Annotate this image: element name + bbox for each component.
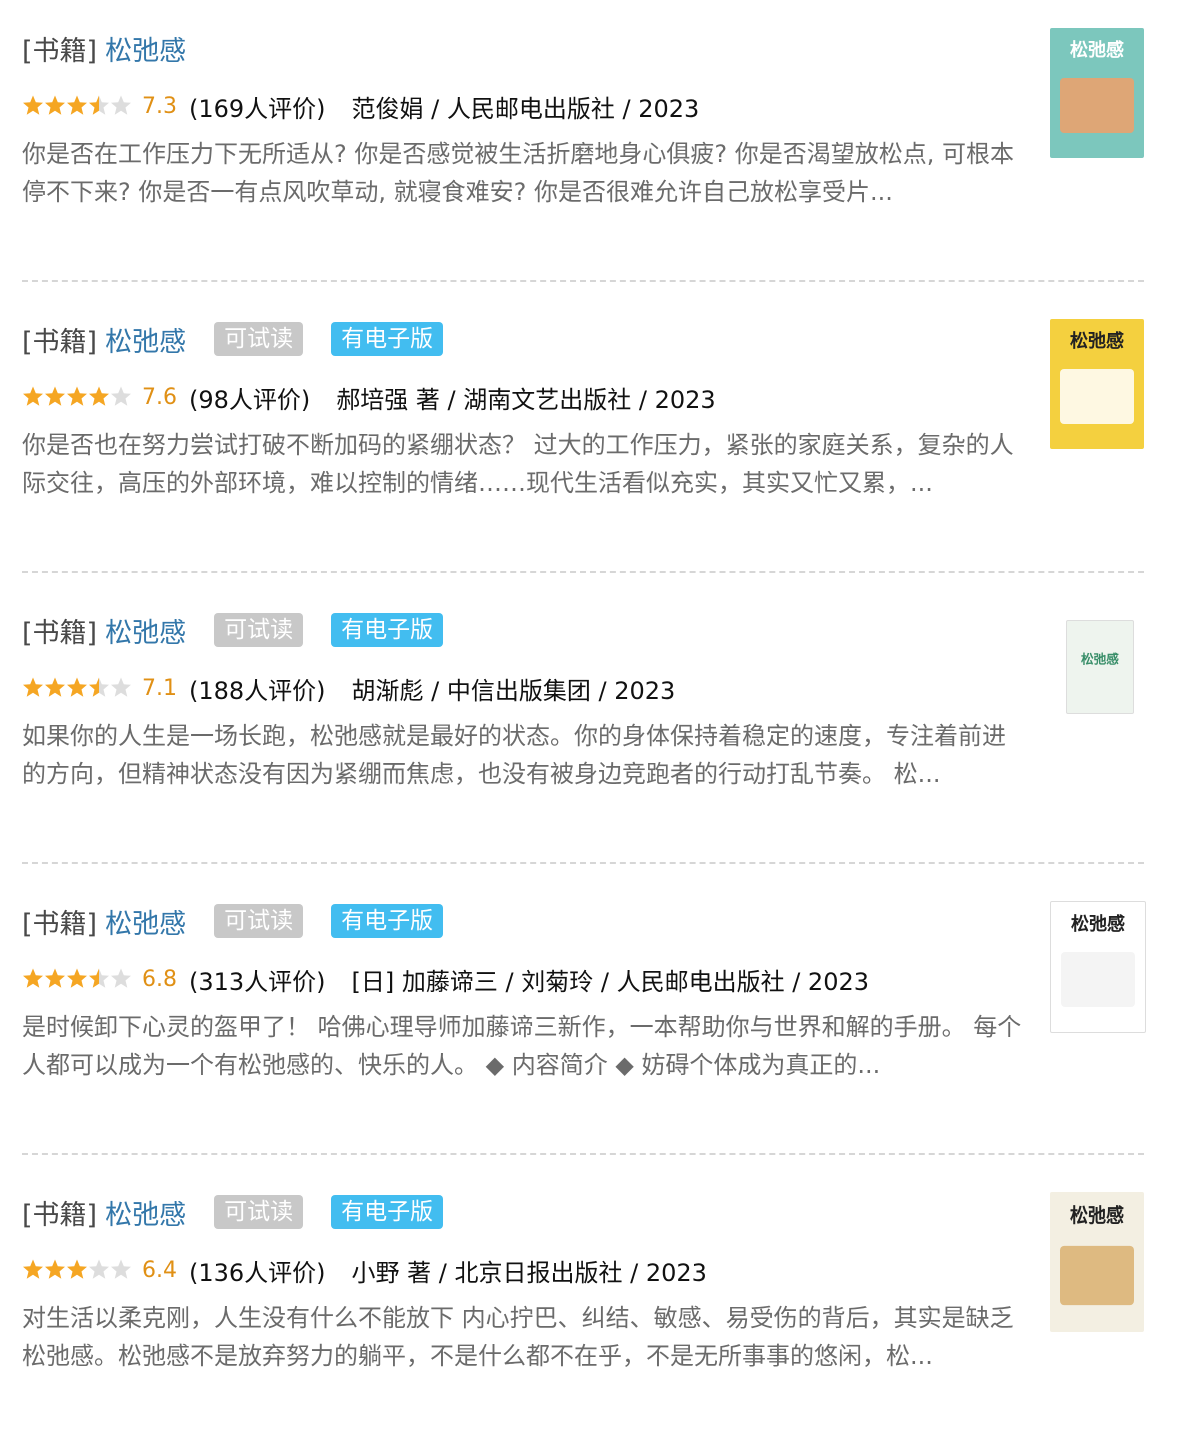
cover-title-text: 松弛感 [1070, 1205, 1124, 1228]
result-title-row: [书籍] 松弛感 可试读 有电子版 [22, 319, 444, 359]
book-title-link[interactable]: 松弛感 [105, 320, 186, 359]
rating-score: 6.8 [142, 966, 177, 992]
star-icon [67, 386, 87, 406]
star-icon [111, 968, 131, 988]
publication-info: 范俊娟 / 人民邮电出版社 / 2023 [351, 94, 700, 123]
star-icon [45, 968, 65, 988]
book-description: 你是否也在努力尝试打破不断加码的紧绷状态？ 过大的工作压力，紧张的家庭关系，复杂… [22, 431, 1014, 497]
result-divider [22, 1153, 1144, 1155]
result-title-row: [书籍] 松弛感 可试读 有电子版 [22, 1192, 444, 1232]
cover-title-text: 松弛感 [1070, 330, 1124, 352]
category-label: [书籍] [22, 326, 98, 358]
trial-read-badge[interactable]: 可试读 [214, 322, 304, 356]
ebook-badge[interactable]: 有电子版 [331, 322, 444, 356]
star-icon [111, 386, 131, 406]
rating-count: (136人评价) [189, 1258, 326, 1287]
trial-read-badge[interactable]: 可试读 [214, 1195, 304, 1229]
rating-score: 6.4 [142, 1257, 177, 1283]
star-rating [22, 385, 132, 409]
result-meta-row: 7.3 (169人评价) 范俊娟 / 人民邮电出版社 / 2023 [22, 88, 699, 124]
result-divider [22, 280, 1144, 282]
star-rating [22, 967, 132, 991]
result-item: [书籍] 松弛感 可试读 有电子版 7.6 (98人评价) 郝培强 著 / 湖南文艺出版社 … [0, 291, 1200, 582]
star-icon [89, 968, 109, 988]
star-icon [45, 1259, 65, 1279]
star-icon [111, 1259, 131, 1279]
book-cover-image[interactable]: 松弛感 [1050, 1192, 1144, 1332]
result-divider [22, 571, 1144, 573]
result-item: [书籍] 松弛感 可试读 有电子版 6.8 (313人评价) [日] 加藤谛三 / 刘菊玲 … [0, 873, 1200, 1164]
ebook-badge[interactable]: 有电子版 [331, 904, 444, 938]
book-description: 对生活以柔克刚，人生没有什么不能放下 内心拧巴、纠结、敏感、易受伤的背后，其实是… [22, 1304, 1014, 1370]
book-title-link[interactable]: 松弛感 [105, 902, 186, 941]
result-item: [书籍] 松弛感 7.3 (169人评价) 范俊娟 / 人民邮电出版社 / 2023 你是… [0, 0, 1200, 291]
star-icon [67, 968, 87, 988]
star-icon [111, 677, 131, 697]
category-label: [书籍] [22, 35, 98, 67]
publication-info: 郝培强 著 / 湖南文艺出版社 / 2023 [336, 385, 716, 414]
book-description: 你是否在工作压力下无所适从? 你是否感觉被生活折磨地身心俱疲? 你是否渴望放松点… [22, 140, 1014, 206]
star-icon [45, 95, 65, 115]
star-icon [89, 677, 109, 697]
result-divider [22, 862, 1144, 864]
result-title-row: [书籍] 松弛感 可试读 有电子版 [22, 610, 444, 650]
category-label: [书籍] [22, 908, 98, 940]
star-icon [67, 677, 87, 697]
star-icon [45, 677, 65, 697]
cover-title-text: 松弛感 [1070, 39, 1124, 61]
category-label: [书籍] [22, 617, 98, 649]
rating-count: (98人评价) [189, 385, 311, 414]
result-meta-row: 7.1 (188人评价) 胡渐彪 / 中信出版集团 / 2023 [22, 670, 675, 706]
book-title-link[interactable]: 松弛感 [105, 29, 186, 68]
star-icon [89, 1259, 109, 1279]
publication-info: [日] 加藤谛三 / 刘菊玲 / 人民邮电出版社 / 2023 [351, 967, 870, 996]
book-description: 是时候卸下心灵的盔甲了！ 哈佛心理导师加藤谛三新作，一本帮助你与世界和解的手册。… [22, 1013, 1022, 1079]
result-item: [书籍] 松弛感 可试读 有电子版 6.4 (136人评价) 小野 著 / 北京日报出版社 … [0, 1164, 1200, 1455]
star-icon [67, 95, 87, 115]
star-icon [89, 95, 109, 115]
rating-score: 7.6 [142, 384, 177, 410]
star-icon [89, 386, 109, 406]
book-title-link[interactable]: 松弛感 [105, 611, 186, 650]
rating-count: (313人评价) [189, 967, 326, 996]
star-icon [45, 386, 65, 406]
book-title-link[interactable]: 松弛感 [105, 1193, 186, 1232]
trial-read-badge[interactable]: 可试读 [214, 613, 304, 647]
result-item: [书籍] 松弛感 可试读 有电子版 7.1 (188人评价) 胡渐彪 / 中信出版集团 / … [0, 582, 1200, 873]
ebook-badge[interactable]: 有电子版 [331, 1195, 444, 1229]
star-icon [23, 95, 43, 115]
book-cover-image[interactable]: 松弛感 [1050, 319, 1144, 449]
star-icon [23, 968, 43, 988]
publication-info: 胡渐彪 / 中信出版集团 / 2023 [351, 676, 676, 705]
cover-title-text: 松弛感 [1071, 913, 1125, 935]
result-title-row: [书籍] 松弛感 可试读 有电子版 [22, 901, 444, 941]
star-icon [23, 1259, 43, 1279]
star-icon [111, 95, 131, 115]
rating-count: (188人评价) [189, 676, 326, 705]
star-rating [22, 1258, 132, 1282]
star-rating [22, 94, 132, 118]
star-icon [23, 386, 43, 406]
result-title-row: [书籍] 松弛感 [22, 28, 186, 68]
star-icon [23, 677, 43, 697]
rating-score: 7.1 [142, 675, 177, 701]
rating-count: (169人评价) [189, 94, 326, 123]
book-description: 如果你的人生是一场长跑，松弛感就是最好的状态。你的身体保持着稳定的速度，专注着前… [22, 722, 1006, 788]
rating-score: 7.3 [142, 93, 177, 119]
star-icon [67, 1259, 87, 1279]
book-cover-image[interactable]: 松弛感 [1066, 620, 1134, 714]
book-cover-image[interactable]: 松弛感 [1050, 28, 1144, 158]
ebook-badge[interactable]: 有电子版 [331, 613, 444, 647]
category-label: [书籍] [22, 1199, 98, 1231]
trial-read-badge[interactable]: 可试读 [214, 904, 304, 938]
publication-info: 小野 著 / 北京日报出版社 / 2023 [351, 1258, 707, 1287]
result-meta-row: 6.4 (136人评价) 小野 著 / 北京日报出版社 / 2023 [22, 1252, 707, 1288]
result-meta-row: 7.6 (98人评价) 郝培强 著 / 湖南文艺出版社 / 2023 [22, 379, 716, 415]
result-meta-row: 6.8 (313人评价) [日] 加藤谛三 / 刘菊玲 / 人民邮电出版社 / 20… [22, 961, 869, 997]
book-cover-image[interactable]: 松弛感 [1050, 901, 1146, 1033]
star-rating [22, 676, 132, 700]
